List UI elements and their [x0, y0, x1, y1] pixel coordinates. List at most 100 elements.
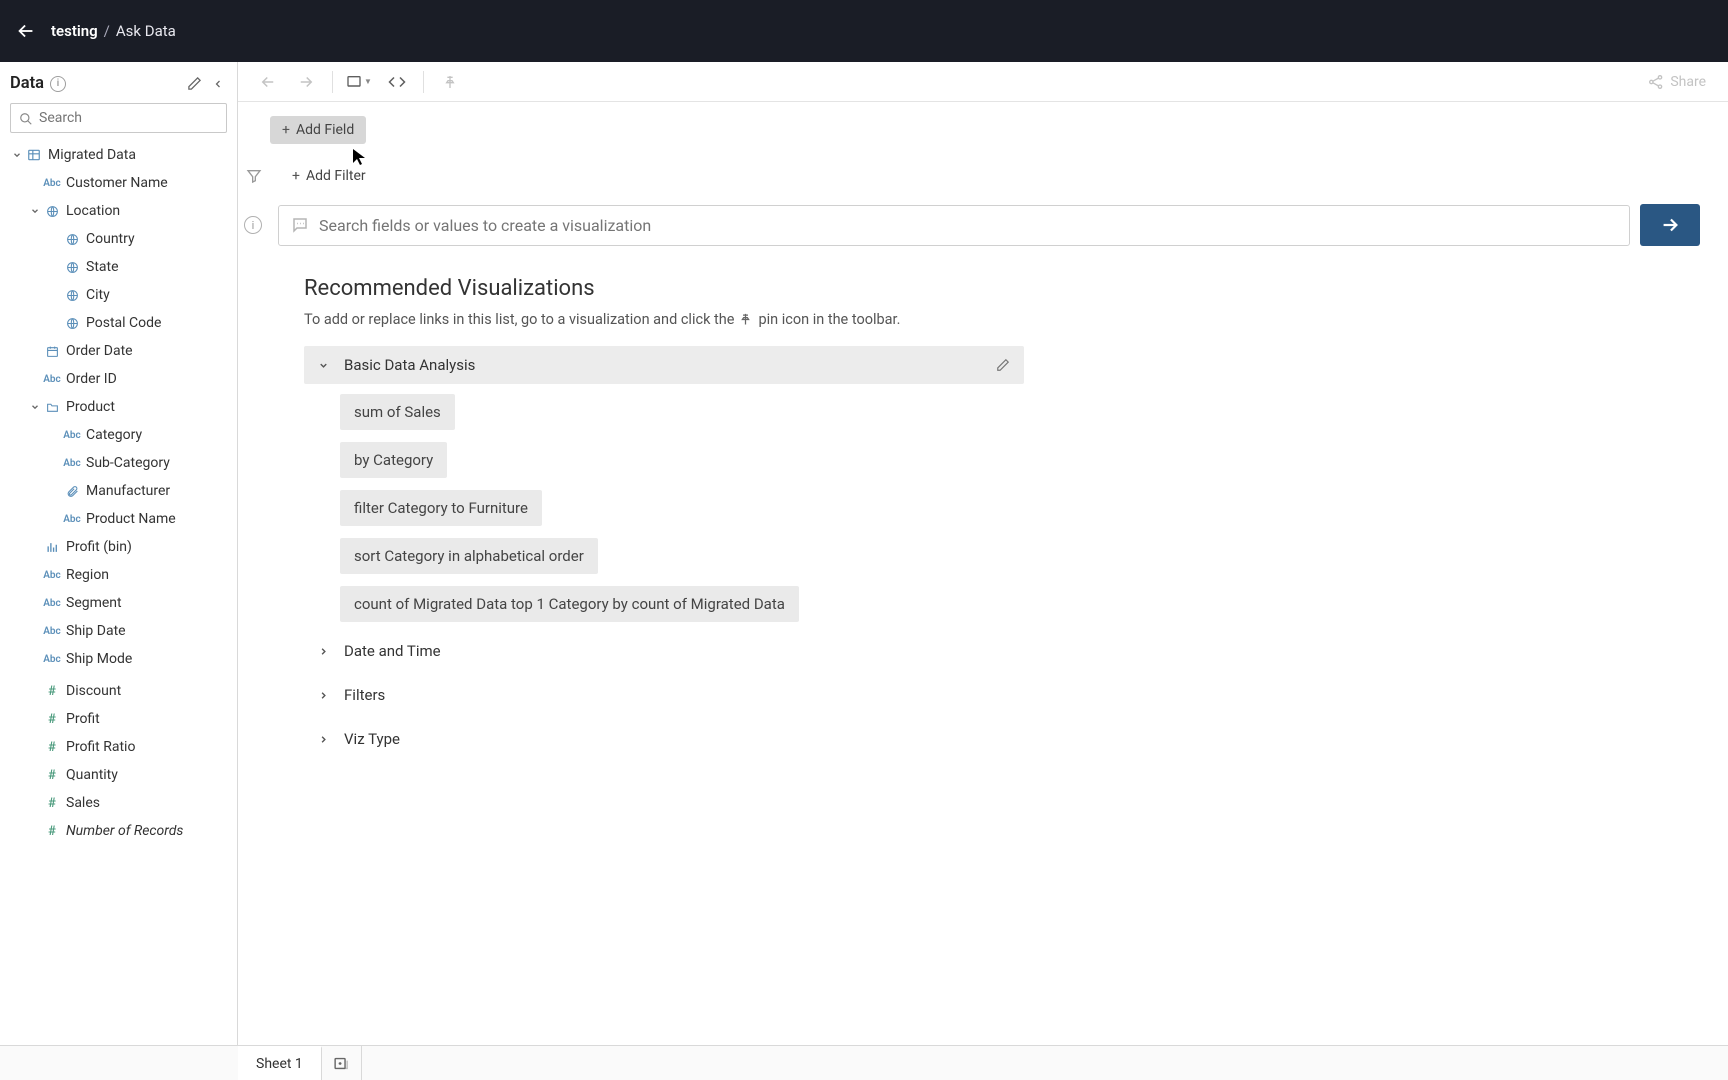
- field-type-icon: #: [42, 793, 62, 813]
- recommendation-group-header[interactable]: Viz Type: [304, 720, 1024, 758]
- add-filter-label: Add Filter: [306, 168, 366, 184]
- datasource-row[interactable]: Migrated Data: [0, 141, 237, 169]
- field-type-icon: [42, 397, 62, 417]
- share-button[interactable]: Share: [1640, 70, 1714, 94]
- code-button[interactable]: [381, 68, 413, 96]
- field-row[interactable]: AbcSegment: [0, 589, 237, 617]
- field-type-icon: Abc: [42, 565, 62, 585]
- field-row[interactable]: AbcOrder ID: [0, 365, 237, 393]
- field-row[interactable]: #Quantity: [0, 761, 237, 789]
- field-row[interactable]: #Sales: [0, 789, 237, 817]
- field-search[interactable]: [10, 103, 227, 133]
- sheet-tabs: Sheet 1: [0, 1045, 1728, 1080]
- breadcrumb-separator: /: [104, 22, 110, 40]
- field-label: Product Name: [86, 511, 176, 527]
- field-label: Location: [66, 203, 120, 219]
- new-viz-dropdown[interactable]: ▼: [343, 68, 375, 96]
- field-row[interactable]: #Profit: [0, 705, 237, 733]
- field-type-icon: [62, 257, 82, 277]
- field-row[interactable]: AbcProduct Name: [0, 505, 237, 533]
- field-row[interactable]: #Discount: [0, 677, 237, 705]
- plus-icon: +: [282, 122, 290, 138]
- add-filter-button[interactable]: + Add Filter: [280, 162, 378, 190]
- submit-query-button[interactable]: [1640, 204, 1700, 246]
- query-input[interactable]: [319, 216, 1617, 235]
- caret-down-icon: [10, 148, 24, 162]
- recommendation-group-header[interactable]: Basic Data Analysis: [304, 346, 1024, 384]
- pin-button[interactable]: [434, 68, 466, 96]
- undo-button[interactable]: [252, 68, 284, 96]
- group-title: Date and Time: [344, 642, 1012, 660]
- field-row[interactable]: AbcRegion: [0, 561, 237, 589]
- add-field-label: Add Field: [296, 122, 354, 138]
- field-row[interactable]: Postal Code: [0, 309, 237, 337]
- field-row[interactable]: City: [0, 281, 237, 309]
- suggestion-pill[interactable]: count of Migrated Data top 1 Category by…: [340, 586, 799, 622]
- add-field-button[interactable]: + Add Field: [270, 116, 366, 144]
- caret-down-icon: [316, 358, 330, 372]
- table-icon: [24, 145, 44, 165]
- search-input[interactable]: [39, 110, 218, 126]
- suggestion-pill[interactable]: sort Category in alphabetical order: [340, 538, 598, 574]
- breadcrumb-project[interactable]: testing: [51, 22, 98, 40]
- field-row[interactable]: Location: [0, 197, 237, 225]
- field-row[interactable]: #Number of Records: [0, 817, 237, 845]
- field-row[interactable]: AbcShip Date: [0, 617, 237, 645]
- query-info-icon[interactable]: i: [244, 216, 262, 234]
- field-type-icon: [62, 285, 82, 305]
- filter-icon: [244, 166, 264, 186]
- field-row[interactable]: State: [0, 253, 237, 281]
- field-row[interactable]: #Profit Ratio: [0, 733, 237, 761]
- recommendation-group-header[interactable]: Filters: [304, 676, 1024, 714]
- caret-icon: [28, 400, 42, 414]
- field-label: Product: [66, 399, 115, 415]
- field-label: Order Date: [66, 343, 133, 359]
- edit-data-icon[interactable]: [185, 75, 203, 93]
- field-row[interactable]: Product: [0, 393, 237, 421]
- field-row[interactable]: AbcShip Mode: [0, 645, 237, 673]
- caret-right-icon: [316, 644, 330, 658]
- add-sheet-button[interactable]: [322, 1046, 362, 1080]
- chevron-down-icon: ▼: [364, 77, 372, 86]
- field-type-icon: [62, 229, 82, 249]
- toolbar-separator: [423, 71, 424, 93]
- recommendations-title: Recommended Visualizations: [304, 276, 1700, 301]
- breadcrumb: testing / Ask Data: [51, 22, 176, 40]
- field-label: Sub-Category: [86, 455, 170, 471]
- field-type-icon: #: [42, 765, 62, 785]
- caret-icon: [28, 204, 42, 218]
- field-row[interactable]: Manufacturer: [0, 477, 237, 505]
- field-row[interactable]: Order Date: [0, 337, 237, 365]
- back-button[interactable]: [15, 20, 37, 42]
- redo-button[interactable]: [290, 68, 322, 96]
- share-label: Share: [1670, 74, 1706, 90]
- sidebar-title: Data: [10, 74, 44, 93]
- sheet-tab[interactable]: Sheet 1: [238, 1046, 322, 1080]
- field-type-icon: #: [42, 681, 62, 701]
- field-type-icon: Abc: [42, 649, 62, 669]
- info-icon[interactable]: i: [50, 76, 66, 92]
- field-row[interactable]: AbcCustomer Name: [0, 169, 237, 197]
- field-type-icon: Abc: [42, 369, 62, 389]
- field-row[interactable]: Profit (bin): [0, 533, 237, 561]
- field-row[interactable]: AbcSub-Category: [0, 449, 237, 477]
- plus-icon: +: [292, 168, 300, 184]
- field-type-icon: Abc: [42, 593, 62, 613]
- suggestion-pill[interactable]: sum of Sales: [340, 394, 455, 430]
- field-label: City: [86, 287, 110, 303]
- edit-group-icon[interactable]: [996, 357, 1012, 373]
- field-label: Profit: [66, 711, 100, 727]
- field-row[interactable]: Country: [0, 225, 237, 253]
- suggestion-pill[interactable]: by Category: [340, 442, 447, 478]
- query-box[interactable]: [278, 205, 1630, 246]
- field-label: Manufacturer: [86, 483, 170, 499]
- collapse-sidebar-icon[interactable]: [209, 75, 227, 93]
- field-type-icon: [42, 201, 62, 221]
- field-row[interactable]: AbcCategory: [0, 421, 237, 449]
- toolbar: ▼ Share: [238, 62, 1728, 102]
- recommendation-group-header[interactable]: Date and Time: [304, 632, 1024, 670]
- field-label: Ship Mode: [66, 651, 132, 667]
- suggestion-pill[interactable]: filter Category to Furniture: [340, 490, 542, 526]
- field-label: Profit (bin): [66, 539, 132, 555]
- field-type-icon: Abc: [42, 621, 62, 641]
